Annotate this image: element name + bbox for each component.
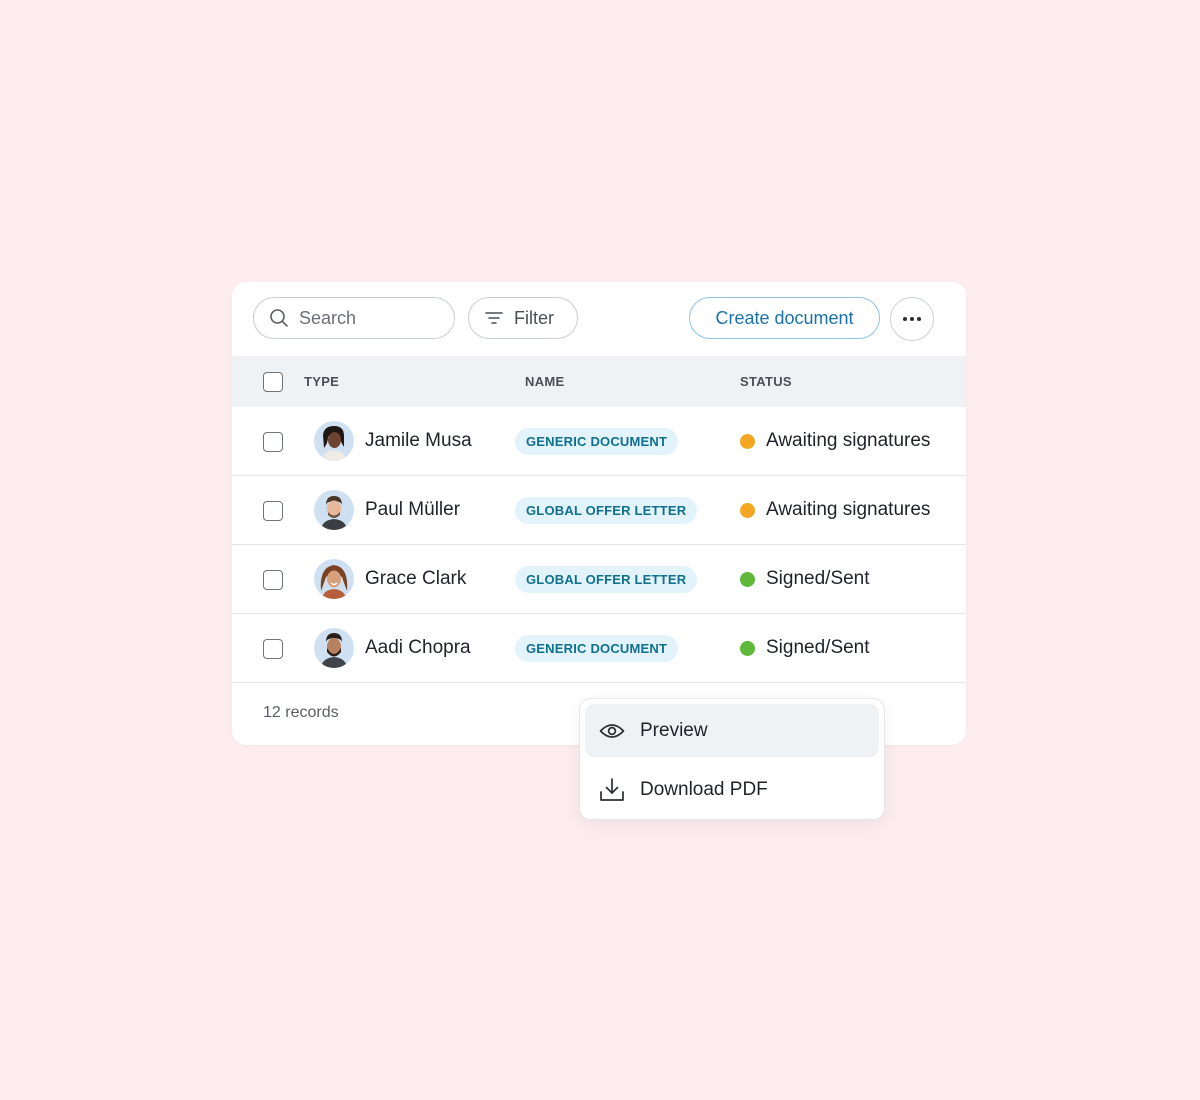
avatar (314, 559, 354, 599)
column-header-type[interactable]: TYPE (304, 356, 339, 407)
menu-item-label: Preview (640, 719, 708, 741)
status-cell: Awaiting signatures (740, 407, 930, 475)
table-row[interactable]: Aadi Chopra GENERIC DOCUMENT Signed/Sent (232, 614, 966, 683)
person-name: Grace Clark (365, 568, 467, 589)
person-name: Aadi Chopra (365, 637, 471, 658)
search-input[interactable] (299, 307, 439, 329)
person-name: Paul Müller (365, 499, 461, 520)
table-row[interactable]: Grace Clark GLOBAL OFFER LETTER Signed/S… (232, 545, 966, 614)
document-type-badge: GLOBAL OFFER LETTER (515, 566, 698, 593)
status-dot (740, 571, 755, 587)
row-action-menu: Preview Download PDF (579, 698, 885, 820)
person-name: Jamile Musa (365, 430, 472, 451)
column-header-status[interactable]: STATUS (740, 356, 792, 407)
table-row[interactable]: Jamile Musa GENERIC DOCUMENT Awaiting si… (232, 407, 966, 476)
document-type-badge: GENERIC DOCUMENT (515, 635, 679, 662)
status-text: Awaiting signatures (766, 499, 931, 520)
table-row[interactable]: Paul Müller GLOBAL OFFER LETTER Awaiting… (232, 476, 966, 545)
documents-card: Filter Create document TYPE NAME STATUS (232, 282, 966, 745)
download-icon (600, 777, 624, 801)
table-header: TYPE NAME STATUS (232, 356, 966, 407)
more-options-button[interactable] (890, 297, 934, 341)
status-text: Signed/Sent (766, 568, 870, 589)
eye-icon (599, 723, 625, 738)
row-checkbox[interactable] (263, 639, 283, 659)
status-dot (740, 433, 755, 449)
avatar (314, 490, 354, 530)
status-text: Awaiting signatures (766, 430, 931, 451)
status-cell: Awaiting signatures (740, 476, 930, 544)
document-type-badge: GLOBAL OFFER LETTER (515, 497, 698, 524)
search-icon (270, 309, 288, 327)
select-all-checkbox[interactable] (263, 372, 283, 392)
status-cell: Signed/Sent (740, 545, 870, 613)
status-text: Signed/Sent (766, 637, 870, 658)
filter-icon (485, 312, 503, 324)
row-checkbox[interactable] (263, 501, 283, 521)
status-cell: Signed/Sent (740, 614, 870, 682)
column-header-name[interactable]: NAME (525, 356, 564, 407)
avatar (314, 421, 354, 461)
toolbar: Filter Create document (232, 282, 966, 356)
avatar (314, 628, 354, 668)
filter-label: Filter (514, 307, 554, 328)
create-document-button[interactable]: Create document (689, 297, 880, 339)
menu-item-download-pdf[interactable]: Download PDF (585, 763, 879, 816)
row-checkbox[interactable] (263, 432, 283, 452)
more-horizontal-icon (903, 317, 921, 321)
create-document-label: Create document (715, 307, 854, 328)
record-count: 12 records (263, 704, 339, 721)
row-checkbox[interactable] (263, 570, 283, 590)
status-dot (740, 640, 755, 656)
menu-item-preview[interactable]: Preview (585, 704, 879, 757)
status-dot (740, 502, 755, 518)
filter-button[interactable]: Filter (468, 297, 578, 339)
document-type-badge: GENERIC DOCUMENT (515, 428, 679, 455)
search-box[interactable] (253, 297, 455, 339)
menu-item-label: Download PDF (640, 778, 768, 800)
